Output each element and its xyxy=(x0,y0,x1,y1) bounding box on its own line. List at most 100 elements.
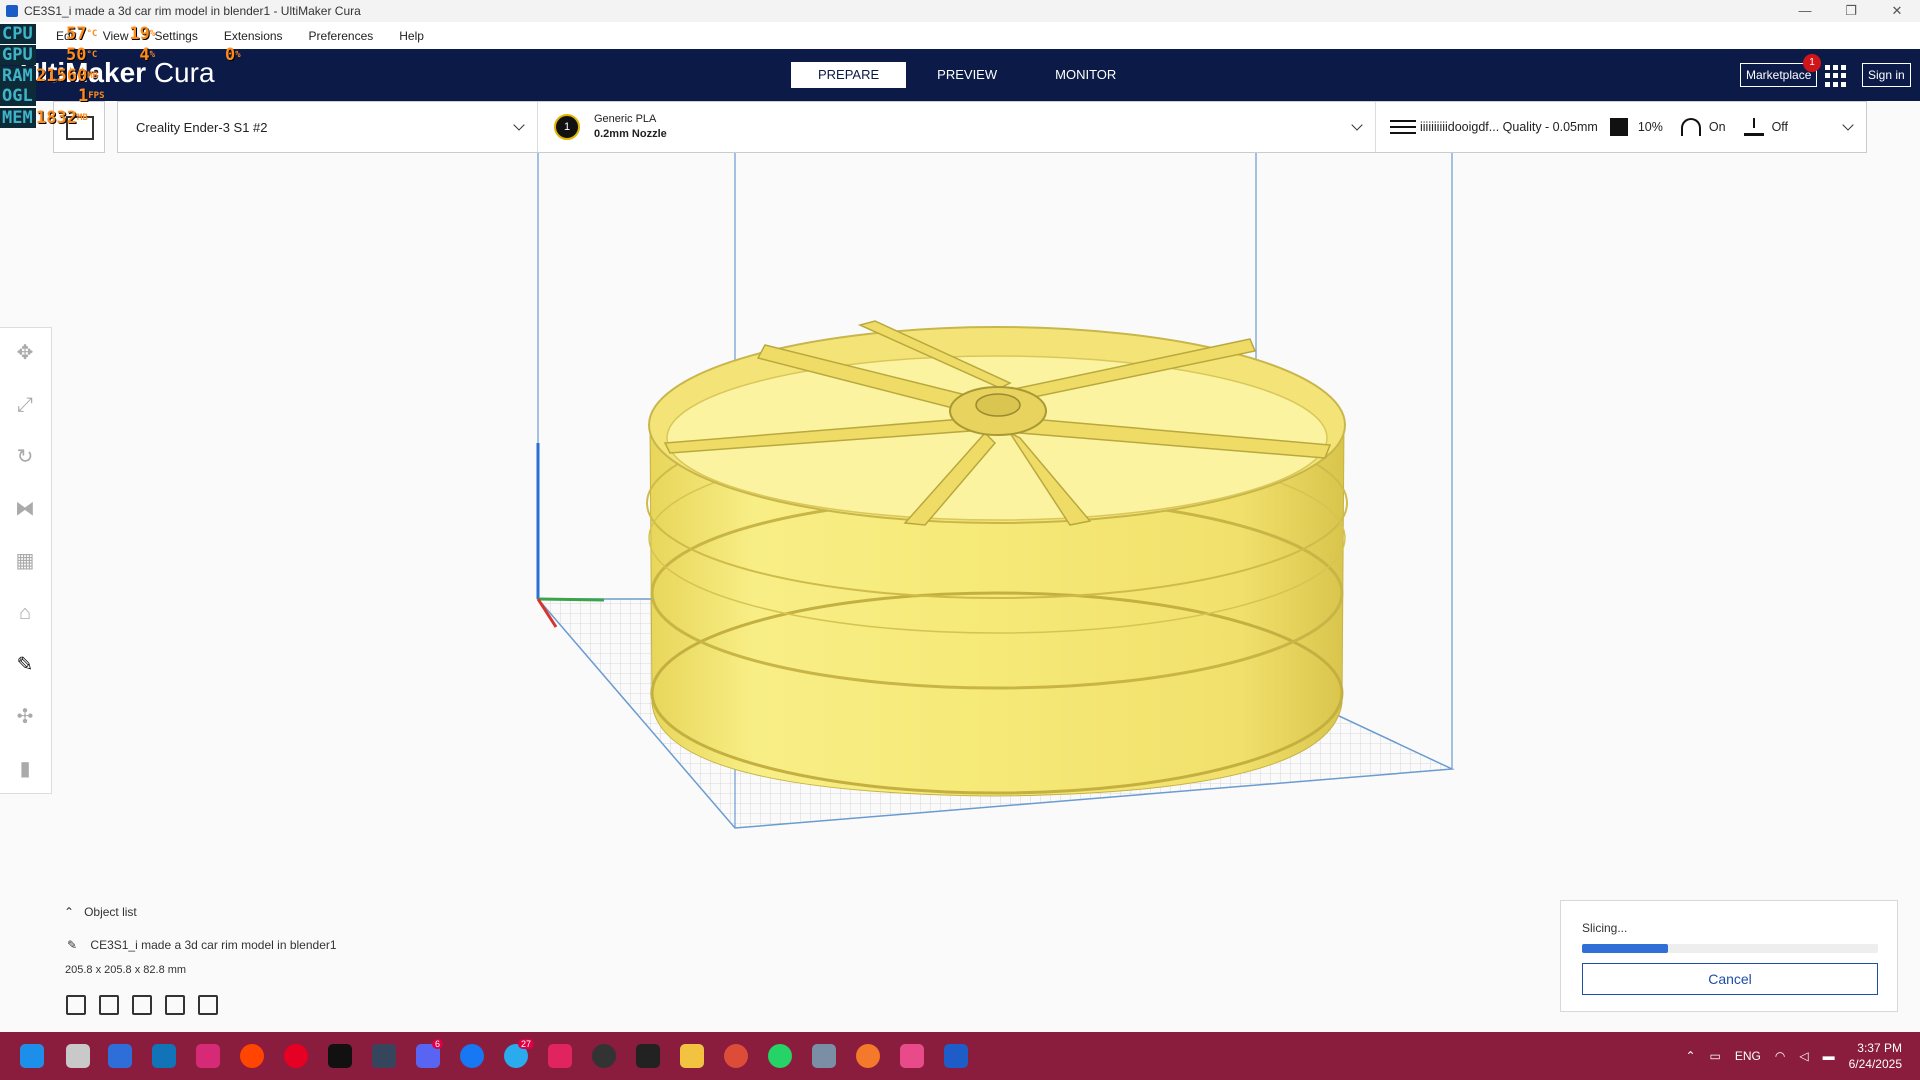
apps-grid-icon[interactable] xyxy=(1825,65,1847,87)
3d-view-icon[interactable] xyxy=(66,995,86,1015)
transform-toolbar: ✥ ⤢ ↻ ⧓ ▦ ⌂ ✎ ✣ ▮ xyxy=(0,327,52,794)
window-titlebar: CE3S1_i made a 3d car rim model in blend… xyxy=(0,0,1920,22)
marketplace-notification-badge: 1 xyxy=(1803,54,1821,72)
browser-icon[interactable] xyxy=(108,1044,132,1068)
print-settings-selector[interactable]: iiiiiiiiiidooigdf... Quality - 0.05mm 10… xyxy=(1376,102,1866,152)
media-app-icon[interactable] xyxy=(548,1044,572,1068)
windows-start-icon[interactable] xyxy=(20,1044,44,1068)
machine-selector[interactable]: Creality Ender-3 S1 #2 xyxy=(118,102,538,152)
audio-app-icon[interactable] xyxy=(900,1044,924,1068)
windows-taskbar: 6 27 ⌃ ▭ ENG ◠ ◁ ▬ 3:37 PM 6/24/2025 xyxy=(0,1032,1920,1080)
overlay-ogl-row: OGL 1 FPS xyxy=(0,86,105,106)
clock-time: 3:37 PM xyxy=(1857,1041,1902,1055)
window-controls: — ❐ ✕ xyxy=(1782,0,1920,22)
printer-config-bar: Creality Ender-3 S1 #2 1 Generic PLA 0.2… xyxy=(117,101,1867,153)
material-name: Generic PLA xyxy=(594,113,657,125)
slicing-progress-bar xyxy=(1582,944,1878,953)
extruder-badge: 1 xyxy=(554,114,580,140)
stage-tabs: PREPARE PREVIEW MONITOR xyxy=(791,62,1143,88)
y-axis xyxy=(537,597,605,602)
close-button[interactable]: ✕ xyxy=(1874,0,1920,22)
telegram-badge: 27 xyxy=(518,1039,535,1049)
adhesion-value: Off xyxy=(1771,120,1789,134)
volume-icon[interactable]: ◁ xyxy=(1799,1049,1808,1063)
support-icon xyxy=(1680,118,1701,136)
battery-icon[interactable]: ▬ xyxy=(1823,1049,1835,1063)
wifi-icon[interactable]: ◠ xyxy=(1775,1049,1785,1063)
tab-preview[interactable]: PREVIEW xyxy=(910,62,1024,88)
slicing-progress-fill xyxy=(1582,944,1668,953)
left-view-icon[interactable] xyxy=(165,995,185,1015)
linkedin-icon[interactable] xyxy=(152,1044,176,1068)
overlay-mem-row: MEM 1832 MB xyxy=(0,108,88,128)
minimize-button[interactable]: — xyxy=(1782,0,1828,22)
object-list-item[interactable]: ✎ CE3S1_i made a 3d car rim model in ble… xyxy=(67,938,337,952)
chevron-up-icon[interactable]: ⌃ xyxy=(1685,1049,1695,1063)
menu-preferences[interactable]: Preferences xyxy=(309,29,374,43)
menu-extensions[interactable]: Extensions xyxy=(224,29,283,43)
menu-settings[interactable]: Settings xyxy=(154,29,197,43)
system-tray: ⌃ ▭ ENG ◠ ◁ ▬ 3:37 PM 6/24/2025 xyxy=(1685,1032,1902,1080)
task-view-icon[interactable] xyxy=(66,1044,90,1068)
per-model-settings-icon[interactable]: ▦ xyxy=(12,548,38,574)
whatsapp-icon[interactable] xyxy=(768,1044,792,1068)
object-dimensions: 205.8 x 205.8 x 82.8 mm xyxy=(65,964,187,976)
support-value: On xyxy=(1708,120,1726,134)
cura-taskbar-icon[interactable] xyxy=(944,1044,968,1068)
slicing-status: Slicing... xyxy=(1582,921,1628,935)
infill-value: 10% xyxy=(1637,120,1663,134)
keyboard-icon[interactable]: ▭ xyxy=(1710,1049,1721,1063)
top-view-icon[interactable] xyxy=(132,995,152,1015)
clock[interactable]: 3:37 PM 6/24/2025 xyxy=(1849,1040,1902,1072)
object-list-header: Object list xyxy=(84,905,137,919)
tab-monitor[interactable]: MONITOR xyxy=(1028,62,1143,88)
profile-name: iiiiiiiiiidooigdf... Quality - 0.05mm xyxy=(1420,120,1598,134)
instagram-icon[interactable] xyxy=(196,1044,220,1068)
infill-icon xyxy=(1609,118,1628,136)
paint-tool-icon[interactable]: ✣ xyxy=(12,704,38,730)
mirror-tool-icon[interactable]: ⧓ xyxy=(12,496,38,522)
rotate-tool-icon[interactable]: ↻ xyxy=(12,444,38,470)
camera-view-buttons xyxy=(66,995,218,1015)
unity-icon[interactable] xyxy=(592,1044,616,1068)
reddit-icon[interactable] xyxy=(240,1044,264,1068)
front-view-icon[interactable] xyxy=(99,995,119,1015)
pinterest-icon[interactable] xyxy=(284,1044,308,1068)
menu-help[interactable]: Help xyxy=(399,29,424,43)
clock-date: 6/24/2025 xyxy=(1848,1057,1902,1071)
material-selector[interactable]: 1 Generic PLA 0.2mm Nozzle xyxy=(538,102,1376,152)
sign-in-button[interactable]: Sign in xyxy=(1862,63,1911,87)
settings-sliders-icon xyxy=(1390,118,1416,136)
chevron-down-icon xyxy=(513,119,525,131)
tiktok-icon[interactable] xyxy=(328,1044,352,1068)
right-view-icon[interactable] xyxy=(198,995,218,1015)
app-header: UltiMaker Cura PREPARE PREVIEW MONITOR M… xyxy=(0,49,1920,101)
measure-tool-icon[interactable]: ✎ xyxy=(12,652,38,678)
support-blocker-icon[interactable]: ⌂ xyxy=(12,600,38,626)
object-list-toggle[interactable]: ⌃ Object list xyxy=(64,905,137,919)
blender-icon[interactable] xyxy=(856,1044,880,1068)
tumblr-icon[interactable] xyxy=(372,1044,396,1068)
chevron-down-icon xyxy=(1842,119,1854,131)
scale-tool-icon[interactable]: ⤢ xyxy=(12,392,38,418)
overlay-gpu-row: GPU 50 °C 4% 0% xyxy=(0,45,241,65)
maximize-button[interactable]: ❐ xyxy=(1828,0,1874,22)
chrome-icon[interactable] xyxy=(724,1044,748,1068)
discord-badge: 6 xyxy=(432,1039,444,1049)
window-title: CE3S1_i made a 3d car rim model in blend… xyxy=(24,4,361,18)
file-explorer-icon[interactable] xyxy=(680,1044,704,1068)
slicing-panel: Slicing... Cancel xyxy=(1560,900,1898,1012)
capcut-icon[interactable] xyxy=(636,1044,660,1068)
adhesion-icon xyxy=(1743,118,1764,136)
facebook-icon[interactable] xyxy=(460,1044,484,1068)
cancel-slicing-button[interactable]: Cancel xyxy=(1582,963,1878,995)
camera-icon[interactable] xyxy=(812,1044,836,1068)
language-indicator[interactable]: ENG xyxy=(1735,1049,1761,1063)
cylinder-tool-icon[interactable]: ▮ xyxy=(12,756,38,782)
machine-name: Creality Ender-3 S1 #2 xyxy=(136,119,268,135)
nozzle-size: 0.2mm Nozzle xyxy=(594,128,667,140)
chevron-down-icon xyxy=(1351,119,1363,131)
move-tool-icon[interactable]: ✥ xyxy=(12,340,38,366)
tab-prepare[interactable]: PREPARE xyxy=(791,62,907,88)
overlay-ram-row: RAM 21560 MB xyxy=(0,66,99,86)
